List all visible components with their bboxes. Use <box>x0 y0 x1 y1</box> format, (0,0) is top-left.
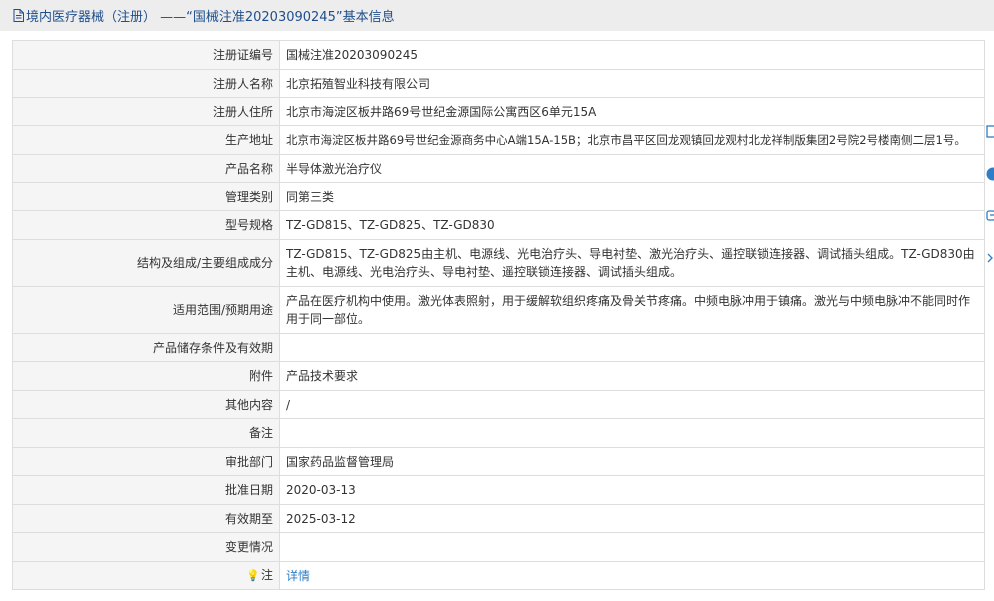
field-value: 北京市海淀区板井路69号世纪金源国际公寓西区6单元15A <box>279 97 985 126</box>
note-label-cell: 💡注 <box>12 561 280 590</box>
table-row: 型号规格 TZ-GD815、TZ-GD825、TZ-GD830 <box>12 210 985 240</box>
details-link[interactable]: 详情 <box>279 561 985 590</box>
field-value: 半导体激光治疗仪 <box>279 154 985 183</box>
field-label: 批准日期 <box>12 475 280 505</box>
table-row: 批准日期 2020-03-13 <box>12 475 985 505</box>
table-row: 有效期至 2025-03-12 <box>12 504 985 533</box>
table-row: 变更情况 <box>12 532 985 562</box>
lightbulb-icon: 💡 <box>246 569 260 582</box>
field-value: 2020-03-13 <box>279 475 985 505</box>
table-row: 产品名称 半导体激光治疗仪 <box>12 154 985 183</box>
side-toolbar <box>984 118 994 278</box>
field-label: 适用范围/预期用途 <box>12 286 280 334</box>
field-label: 结构及组成/主要组成成分 <box>12 239 280 287</box>
chevron-right-icon[interactable] <box>984 250 994 266</box>
note-label: 注 <box>260 568 273 582</box>
field-label: 变更情况 <box>12 532 280 562</box>
field-value <box>279 333 985 362</box>
field-label: 有效期至 <box>12 504 280 533</box>
table-row: 管理类别 同第三类 <box>12 182 985 211</box>
field-value <box>279 532 985 562</box>
page-title: 境内医疗器械（注册） ——“国械注准20203090245”基本信息 <box>26 10 395 25</box>
field-value <box>279 418 985 448</box>
field-label: 注册证编号 <box>12 40 280 70</box>
document-icon <box>13 9 24 22</box>
field-value: TZ-GD815、TZ-GD825、TZ-GD830 <box>279 210 985 240</box>
field-value: 国械注准20203090245 <box>279 40 985 70</box>
table-row: 适用范围/预期用途 产品在医疗机构中使用。激光体表照射，用于缓解软组织疼痛及骨关… <box>12 286 985 334</box>
field-value: / <box>279 390 985 419</box>
feedback-icon[interactable] <box>984 124 994 140</box>
table-row: 注册证编号 国械注准20203090245 <box>12 40 985 70</box>
field-value: TZ-GD815、TZ-GD825由主机、电源线、光电治疗头、导电衬垫、激光治疗… <box>279 239 985 287</box>
field-value: 国家药品监督管理局 <box>279 447 985 476</box>
field-value: 产品在医疗机构中使用。激光体表照射，用于缓解软组织疼痛及骨关节疼痛。中频电脉冲用… <box>279 286 985 334</box>
table-row: 注册人住所 北京市海淀区板井路69号世纪金源国际公寓西区6单元15A <box>12 97 985 126</box>
share-icon[interactable] <box>984 208 994 224</box>
table-row: 附件 产品技术要求 <box>12 361 985 391</box>
field-label: 注册人住所 <box>12 97 280 126</box>
field-label: 附件 <box>12 361 280 391</box>
table-row: 审批部门 国家药品监督管理局 <box>12 447 985 476</box>
device-info-table: 注册证编号 国械注准20203090245 注册人名称 北京拓殖智业科技有限公司… <box>12 40 985 590</box>
info-icon[interactable] <box>984 166 994 182</box>
table-row: 产品储存条件及有效期 <box>12 333 985 362</box>
table-row: 💡注 详情 <box>12 561 985 590</box>
table-row: 结构及组成/主要组成成分 TZ-GD815、TZ-GD825由主机、电源线、光电… <box>12 239 985 287</box>
field-label: 其他内容 <box>12 390 280 419</box>
page-header: 境内医疗器械（注册） ——“国械注准20203090245”基本信息 <box>0 0 994 31</box>
table-row: 其他内容 / <box>12 390 985 419</box>
field-label: 备注 <box>12 418 280 448</box>
field-label: 型号规格 <box>12 210 280 240</box>
field-label: 审批部门 <box>12 447 280 476</box>
field-label: 产品储存条件及有效期 <box>12 333 280 362</box>
field-label: 产品名称 <box>12 154 280 183</box>
table-row: 生产地址 北京市海淀区板井路69号世纪金源商务中心A端15A-15B；北京市昌平… <box>12 125 985 155</box>
table-row: 注册人名称 北京拓殖智业科技有限公司 <box>12 69 985 98</box>
field-value: 产品技术要求 <box>279 361 985 391</box>
table-row: 备注 <box>12 418 985 448</box>
field-label: 生产地址 <box>12 125 280 155</box>
field-label: 注册人名称 <box>12 69 280 98</box>
field-label: 管理类别 <box>12 182 280 211</box>
field-value: 北京市海淀区板井路69号世纪金源商务中心A端15A-15B；北京市昌平区回龙观镇… <box>279 125 985 155</box>
field-value: 北京拓殖智业科技有限公司 <box>279 69 985 98</box>
field-value: 2025-03-12 <box>279 504 985 533</box>
field-value: 同第三类 <box>279 182 985 211</box>
